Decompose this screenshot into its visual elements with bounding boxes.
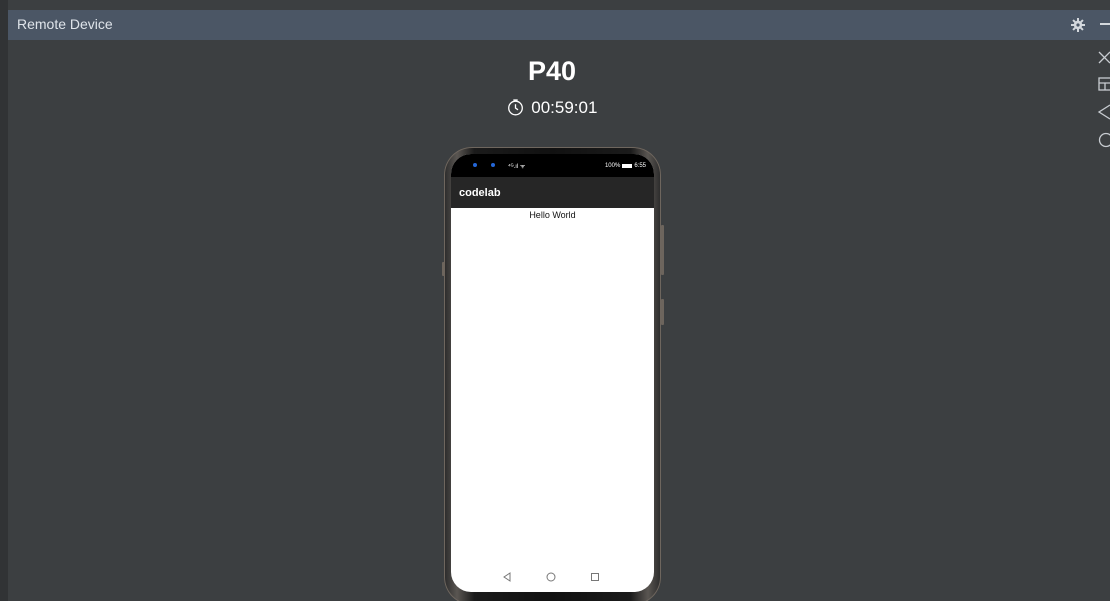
remote-device-window: Remote Device P40 00:59:01 ⁴ᴳ.ıl ᯤ 100% … (0, 0, 1110, 601)
timer-value: 00:59:01 (531, 98, 598, 117)
volume-button (661, 225, 664, 275)
layout-icon[interactable] (1096, 75, 1110, 93)
nav-home-icon[interactable] (545, 571, 557, 583)
home-icon[interactable] (1096, 131, 1110, 149)
hello-text: Hello World (529, 210, 576, 220)
phone-status-bar: ⁴ᴳ.ıl ᯤ 100% 6:55 (451, 154, 654, 177)
phone-nav-bar (451, 569, 654, 587)
gear-icon[interactable] (1070, 17, 1086, 33)
signal-indicator: ⁴ᴳ.ıl ᯤ (508, 164, 526, 170)
nav-back-icon[interactable] (501, 571, 513, 583)
nav-recents-icon[interactable] (589, 571, 601, 583)
app-bar: codelab (451, 177, 654, 208)
battery-percent: 100% (604, 163, 621, 169)
app-title: codelab (459, 187, 501, 199)
phone-screen[interactable]: ⁴ᴳ.ıl ᯤ 100% 6:55 codelab Hello World (451, 154, 654, 592)
side-key (442, 262, 445, 276)
window-title: Remote Device (17, 16, 113, 32)
notification-dot (473, 163, 477, 167)
session-timer: 00:59:01 (0, 98, 1104, 118)
status-time: 6:55 (634, 163, 646, 169)
minimize-icon[interactable] (1100, 23, 1110, 25)
power-button (661, 299, 664, 325)
timer-icon (507, 99, 523, 116)
title-bar: Remote Device (8, 10, 1110, 40)
phone-frame: ⁴ᴳ.ıl ᯤ 100% 6:55 codelab Hello World (442, 147, 664, 601)
left-edge-panel (0, 0, 8, 601)
device-name: P40 (527, 56, 577, 86)
close-icon[interactable] (1096, 48, 1110, 66)
status-right: 100% 6:55 (605, 163, 646, 169)
battery-icon (622, 164, 633, 168)
notification-dot (491, 163, 495, 167)
back-icon[interactable] (1096, 103, 1110, 121)
